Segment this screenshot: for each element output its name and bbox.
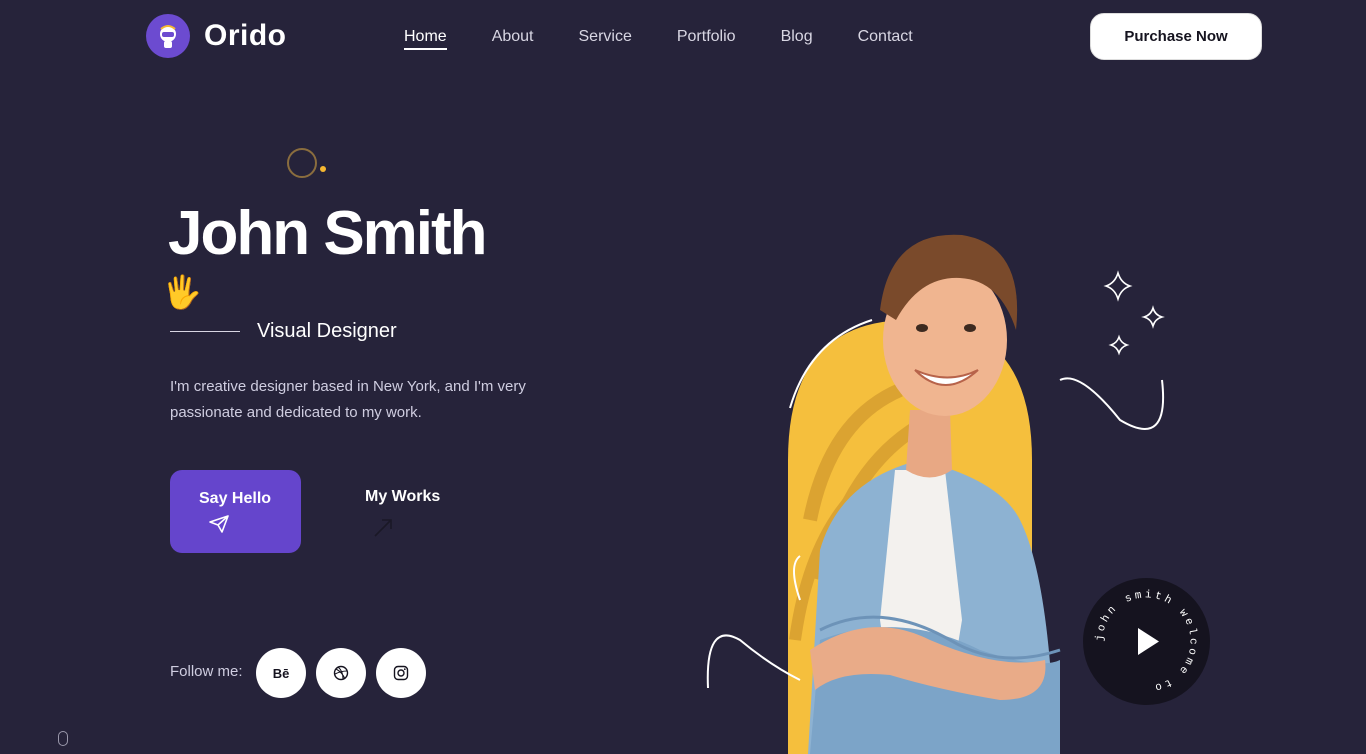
hero-bio: I'm creative designer based in New York,… — [170, 378, 526, 421]
site-header: Orido Home About Service Portfolio Blog … — [0, 0, 1366, 74]
paper-plane-icon — [209, 515, 229, 533]
role-divider — [170, 331, 240, 332]
waving-hand-icon: 🖐 — [162, 274, 202, 310]
purchase-now-button[interactable]: Purchase Now — [1090, 13, 1262, 60]
nav-item-blog[interactable]: Blog — [781, 26, 813, 50]
decorative-dot — [320, 166, 326, 172]
follow-label: Follow me: — [170, 663, 243, 680]
scroll-mouse-icon — [58, 731, 68, 746]
main-nav: Home About Service Portfolio Blog Contac… — [404, 26, 958, 50]
nav-item-portfolio[interactable]: Portfolio — [677, 26, 736, 50]
say-hello-button[interactable]: Say Hello — [170, 470, 301, 553]
behance-button[interactable]: Bē — [256, 648, 306, 698]
instagram-button[interactable] — [376, 648, 426, 698]
play-icon: john smith welcome to — [1094, 589, 1195, 693]
nav-item-service[interactable]: Service — [579, 26, 632, 50]
behance-icon: Bē — [272, 665, 290, 681]
hero-name: John Smith — [168, 199, 488, 268]
say-hello-label: Say Hello — [199, 490, 272, 507]
my-works-label: My Works — [365, 488, 441, 505]
nav-item-contact[interactable]: Contact — [858, 26, 913, 50]
nav-item-about[interactable]: About — [492, 26, 534, 50]
dribbble-button[interactable] — [316, 648, 366, 698]
decorative-circle — [287, 148, 317, 178]
brand-logo[interactable]: Orido — [146, 14, 287, 58]
my-works-button[interactable]: My Works — [365, 488, 465, 538]
brand-name: Orido — [204, 19, 287, 52]
logo-icon — [146, 14, 190, 58]
video-play-button[interactable]: john smith welcome to — [1083, 578, 1210, 705]
instagram-icon — [393, 665, 409, 681]
dribbble-icon — [333, 665, 349, 681]
arrow-up-right-icon — [374, 519, 392, 537]
nav-item-home[interactable]: Home — [404, 26, 447, 50]
hero-role: Visual Designer — [257, 320, 397, 342]
